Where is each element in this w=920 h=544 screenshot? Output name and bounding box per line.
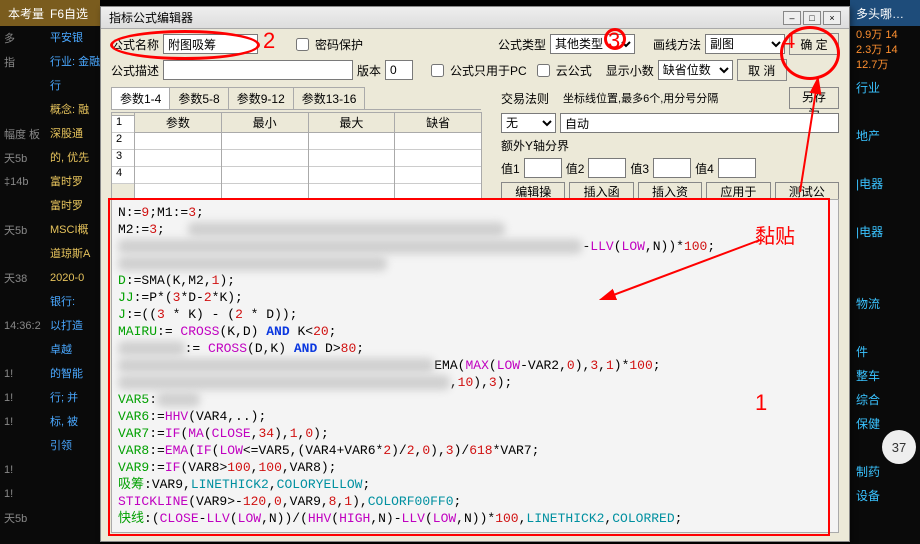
param-tabbar: 参数1-4 参数5-8 参数9-12 参数13-16 [111, 87, 481, 110]
label-trade-rule: 交易法则 [501, 90, 549, 107]
label-only-pc: 公式只用于PC [450, 62, 527, 79]
bg-tab-2[interactable]: F6自选 [50, 5, 88, 22]
label-pwd-protect: 密码保护 [315, 36, 363, 53]
rule-left-select[interactable]: 无 [501, 113, 556, 133]
tab-param-13-16[interactable]: 参数13-16 [293, 87, 366, 109]
saveas-button[interactable]: 另存为 [789, 87, 839, 109]
label-v1: 值1 [501, 160, 520, 177]
formula-desc-input[interactable] [163, 60, 353, 80]
rule-right-input[interactable] [560, 113, 839, 133]
label-v2: 值2 [566, 160, 585, 177]
label-extra-y: 额外Y轴分界 [501, 137, 569, 154]
formula-name-input[interactable] [163, 34, 258, 54]
ok-button[interactable]: 确 定 [789, 33, 839, 55]
tab-param-5-8[interactable]: 参数5-8 [169, 87, 228, 109]
formula-editor-dialog: 指标公式编辑器 – □ × 公式名称 密码保护 公式类型 其他类型 画线方法 副… [100, 6, 850, 542]
label-v3: 值3 [630, 160, 649, 177]
tab-param-1-4[interactable]: 参数1-4 [111, 87, 170, 109]
label-cloud: 云公式 [556, 62, 592, 79]
cloud-checkbox[interactable] [537, 64, 550, 77]
code-editor[interactable]: N:=9;M1:=3;M2:=3; -LLV(LOW,N))*100; D:=S… [111, 199, 839, 533]
label-formula-name: 公式名称 [111, 36, 159, 53]
label-decimal: 显示小数 [606, 62, 654, 79]
close-button[interactable]: × [823, 11, 841, 25]
badge-circle: 37 [882, 430, 916, 464]
label-rule-tip: 坐标线位置,最多6个,用分号分隔 [563, 90, 718, 106]
v4-input[interactable] [718, 158, 756, 178]
pwd-protect-checkbox[interactable] [296, 38, 309, 51]
cancel-button[interactable]: 取 消 [737, 59, 787, 81]
v3-input[interactable] [653, 158, 691, 178]
label-formula-type: 公式类型 [498, 36, 546, 53]
tab-param-9-12[interactable]: 参数9-12 [228, 87, 294, 109]
version-input[interactable] [385, 60, 413, 80]
minimize-button[interactable]: – [783, 11, 801, 25]
only-pc-checkbox[interactable] [431, 64, 444, 77]
v2-input[interactable] [588, 158, 626, 178]
bg-left-labels: 平安银行业: 金融行概念: 融深股通的, 优先富时罗富时罗MSCI概道琼斯A20… [50, 26, 106, 458]
bg-right-header: 多头哪… [850, 0, 920, 26]
dialog-titlebar: 指标公式编辑器 – □ × [101, 7, 849, 29]
bg-tab-1[interactable]: 本考量 [8, 5, 44, 22]
background-right-panel: 多头哪… 0.9万 142.3万 1412.7万 行业 地产 |电器 |电器 物… [850, 0, 920, 544]
maximize-button[interactable]: □ [803, 11, 821, 25]
dialog-title-text: 指标公式编辑器 [109, 9, 193, 26]
bg-right-header-text: 多头哪… [856, 5, 904, 22]
form-area: 公式名称 密码保护 公式类型 其他类型 画线方法 副图 确 定 公式描述 版本 … [101, 29, 849, 214]
param-table: 1234参数最小最大缺省 [111, 112, 481, 202]
decimal-select[interactable]: 缺省位数 [658, 60, 733, 80]
draw-method-select[interactable]: 副图 [705, 34, 785, 54]
label-formula-desc: 公式描述 [111, 62, 159, 79]
label-v4: 值4 [695, 160, 714, 177]
v1-input[interactable] [524, 158, 562, 178]
bg-left-header: 本考量 F6自选 [0, 0, 100, 26]
label-version: 版本 [357, 62, 381, 79]
formula-type-select[interactable]: 其他类型 [550, 34, 635, 54]
label-draw-method: 画线方法 [653, 36, 701, 53]
